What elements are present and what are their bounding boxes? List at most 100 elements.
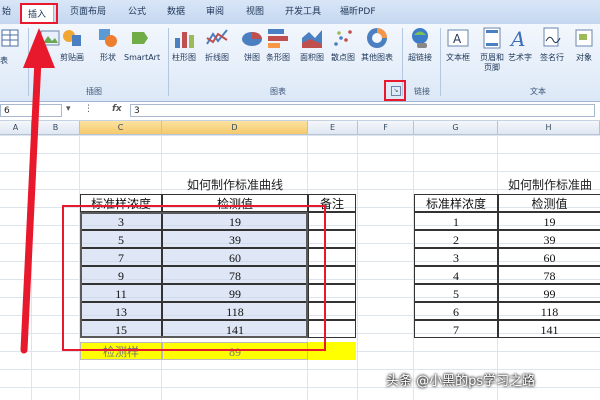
shapes-button[interactable]: 形状 [96, 26, 120, 63]
table-cell[interactable]: 5 [414, 284, 498, 302]
tab-view[interactable]: 视图 [246, 4, 264, 17]
group-separator [168, 28, 169, 96]
table-cell[interactable]: 1 [414, 212, 498, 230]
column-chart-button[interactable]: 柱形图 [172, 26, 196, 63]
table-cell[interactable]: 141 [498, 320, 600, 338]
area-chart-icon [302, 30, 322, 48]
table-cell[interactable]: 4 [414, 266, 498, 284]
table-button[interactable]: 表 [0, 26, 24, 66]
table-label: 表 [0, 56, 8, 65]
column-header-b[interactable]: B [32, 121, 80, 135]
pie-chart-icon [242, 32, 262, 46]
text-group-label: 文本 [530, 87, 546, 96]
shapes-icon [99, 29, 117, 47]
hyperlink-label: 超链接 [408, 53, 432, 62]
table-cell[interactable]: 7 [414, 320, 498, 338]
wordart-button[interactable]: A 艺术字 [508, 26, 532, 63]
wordart-icon: A [509, 27, 525, 50]
table-cell[interactable]: 3 [414, 248, 498, 266]
svg-text:A: A [453, 32, 462, 46]
clipart-button[interactable]: 剪贴画 [60, 26, 84, 63]
other-charts-icon [367, 28, 387, 48]
other-charts-button[interactable]: 其他图表 [361, 26, 393, 63]
textbox-label: 文本框 [446, 53, 470, 62]
column-header-c[interactable]: C [80, 121, 162, 135]
clipart-icon [63, 30, 81, 46]
object-button[interactable]: 对象 [572, 26, 596, 63]
insert-tab-highlight-box [20, 3, 58, 24]
column-header-e[interactable]: E [308, 121, 358, 135]
tab-page-layout[interactable]: 页面布局 [70, 4, 106, 17]
column-header-g[interactable]: G [414, 121, 498, 135]
shapes-label: 形状 [100, 53, 116, 62]
header-cell-concentration[interactable]: 标准样浓度 [414, 194, 498, 212]
column-header-h[interactable]: H [498, 121, 600, 135]
area-chart-label: 面积图 [300, 53, 324, 62]
table-cell[interactable]: 60 [498, 248, 600, 266]
table-cell[interactable]: 99 [498, 284, 600, 302]
other-charts-label: 其他图表 [361, 53, 393, 62]
data-range-highlight-box [62, 205, 326, 351]
scatter-chart-label: 散点图 [331, 53, 355, 62]
object-label: 对象 [576, 53, 592, 62]
tab-home[interactable]: 始 [2, 4, 11, 17]
object-icon [575, 29, 593, 47]
tab-formulas[interactable]: 公式 [128, 4, 146, 17]
name-box-dropdown-icon[interactable]: ▾ [66, 104, 71, 114]
group-separator [440, 28, 441, 96]
watermark-text: 头条 @小黑的ps学习之路 [386, 374, 536, 389]
tab-foxit-pdf[interactable]: 福昕PDF [340, 4, 376, 17]
table-icon [1, 29, 19, 47]
signature-line-button[interactable]: 签名行 [540, 26, 564, 63]
column-chart-label: 柱形图 [172, 53, 196, 62]
scatter-chart-icon [334, 30, 352, 46]
column-header-f[interactable]: F [358, 121, 414, 135]
insert-function-icon[interactable]: fx [112, 104, 122, 114]
scatter-chart-button[interactable]: 散点图 [331, 26, 355, 63]
picture-icon [40, 30, 60, 46]
textbox-icon: A [447, 29, 469, 47]
bar-chart-button[interactable]: 条形图 [266, 26, 290, 63]
table-cell[interactable]: 19 [498, 212, 600, 230]
name-box[interactable]: 6 [0, 104, 62, 117]
hyperlink-button[interactable]: 超链接 [408, 26, 432, 63]
table-cell[interactable]: 2 [414, 230, 498, 248]
column-chart-icon [175, 32, 194, 48]
tab-data[interactable]: 数据 [167, 4, 185, 17]
clipart-label: 剪贴画 [60, 53, 84, 62]
hyperlink-icon [412, 28, 428, 48]
table-cell[interactable]: 39 [498, 230, 600, 248]
dialog-launcher-highlight-box [384, 80, 406, 101]
signature-line-icon [543, 27, 561, 47]
column-header-a[interactable]: A [0, 121, 32, 135]
links-group-label: 链接 [414, 87, 430, 96]
line-chart-button[interactable]: 折线图 [205, 26, 229, 63]
table-cell[interactable]: 6 [414, 302, 498, 320]
tab-review[interactable]: 审阅 [206, 4, 224, 17]
tab-developer[interactable]: 开发工具 [285, 4, 321, 17]
column-header-d[interactable]: D [162, 121, 308, 135]
header-footer-icon [483, 27, 501, 49]
table-cell[interactable]: 78 [498, 266, 600, 284]
formula-bar: 6 ▾ ⋮ fx 3 [0, 102, 600, 121]
area-chart-button[interactable]: 面积图 [300, 26, 324, 63]
ribbon-tab-bar: 始 插入 页面布局 公式 数据 审阅 视图 开发工具 福昕PDF [0, 0, 600, 25]
picture-button[interactable] [38, 26, 62, 53]
line-chart-label: 折线图 [205, 53, 229, 62]
table-cell[interactable]: 118 [498, 302, 600, 320]
pie-chart-button[interactable]: 饼图 [240, 26, 264, 63]
header-cell-measured[interactable]: 检测值 [498, 194, 600, 212]
grid-line [357, 135, 358, 400]
header-footer-button[interactable]: 页眉和页脚 [478, 26, 506, 73]
formula-bar-separator-icon: ⋮ [84, 104, 93, 114]
smartart-button[interactable]: SmartArt [124, 26, 160, 63]
charts-group-label: 图表 [270, 87, 286, 96]
formula-input[interactable]: 3 [130, 104, 595, 117]
group-separator [28, 28, 29, 96]
textbox-button[interactable]: A 文本框 [446, 26, 470, 63]
illustrations-group-label: 插图 [86, 87, 102, 96]
bar-chart-icon [268, 29, 288, 48]
ribbon-insert-panel: 表 剪贴画 形状 SmartArt 插图 柱形图 折线图 饼图 条形图 面积图 … [0, 24, 600, 102]
right-table-title: 如何制作标准曲 [508, 178, 593, 192]
smartart-label: SmartArt [124, 53, 161, 62]
